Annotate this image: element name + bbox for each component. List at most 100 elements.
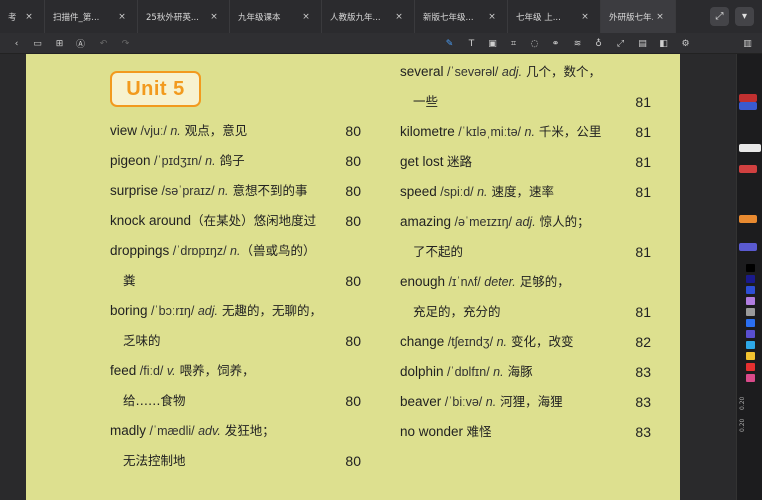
entry-definition: 充足的，充分的 — [413, 304, 501, 319]
entry-word: beaver — [400, 394, 442, 409]
tab-4[interactable]: 人教版九年... × — [322, 0, 415, 33]
vocab-entry: surprise /səˈpraɪz/ n. 意想不到的事 — [110, 180, 307, 202]
color-swatch[interactable] — [746, 308, 755, 316]
document-page: Unit 5 view /vjuː/ n. 观点，意见 80 pigeon /ˈpɪ… — [26, 54, 680, 500]
tab-close-icon[interactable]: × — [207, 12, 221, 22]
entry-definition: 速度，速率 — [487, 184, 555, 199]
color-swatch[interactable] — [746, 275, 755, 283]
entry-word: boring — [110, 303, 148, 318]
page-number: 80 — [345, 213, 361, 229]
entry-part-of-speech: n. — [205, 154, 216, 168]
entry-definition: 给……食物 — [123, 393, 186, 408]
split-icon[interactable]: ◧ — [657, 37, 670, 50]
pen-tool-icon[interactable] — [739, 215, 757, 223]
pen-icon[interactable]: ✎ — [443, 37, 456, 50]
text-tool-icon[interactable]: Ⓐ — [74, 37, 87, 50]
vocab-entry: 乏味的 — [123, 330, 161, 352]
entry-word: get lost — [400, 154, 444, 169]
tab-5[interactable]: 新版七年级... × — [415, 0, 508, 33]
vocab-entry: kilometre /ˈkɪləˌmiːtə/ n. 千米，公里 — [400, 121, 601, 143]
color-swatch[interactable] — [746, 330, 755, 338]
tab-label: 扫描件_第... — [53, 12, 100, 23]
grid-icon[interactable]: ⊞ — [53, 37, 66, 50]
tab-close-icon[interactable]: × — [653, 12, 667, 22]
image-icon[interactable]: ▣ — [486, 37, 499, 50]
entry-phonetic: /əˈmeɪzɪŋ/ — [451, 215, 516, 229]
vocab-entry: get lost 迷路 — [400, 151, 472, 173]
page-number: 82 — [635, 334, 651, 350]
fullscreen-icon[interactable]: ⤢ — [614, 37, 627, 50]
redo-icon[interactable]: ↷ — [119, 37, 132, 50]
color-swatch[interactable] — [746, 352, 755, 360]
pen-tool-icon[interactable] — [739, 102, 757, 110]
color-swatch[interactable] — [746, 297, 755, 305]
entry-part-of-speech: adj. — [501, 65, 523, 79]
tab-7[interactable]: 外研版七年...× — [601, 0, 676, 33]
entry-definition: 千米，公里 — [534, 124, 602, 139]
tab-label: 考 — [8, 12, 17, 23]
vocab-entry: droppings /ˈdrɒpɪŋz/ n.（兽或鸟的） — [110, 240, 315, 262]
microphone-icon[interactable]: ♁ — [592, 37, 605, 50]
tab-close-icon[interactable]: × — [578, 12, 592, 22]
pen-tool-icon[interactable] — [739, 144, 761, 152]
page-number: 81 — [635, 124, 651, 140]
tab-0[interactable]: 考 × — [0, 0, 45, 33]
entry-definition: 发狂地； — [220, 423, 275, 438]
color-swatch[interactable] — [746, 319, 755, 327]
entry-phonetic: /spiːd/ — [436, 185, 478, 199]
entry-definition: 迷路 — [447, 154, 473, 169]
tab-6[interactable]: 七年级 上... × — [508, 0, 601, 33]
page-number: 83 — [635, 394, 651, 410]
entry-part-of-speech: n. — [496, 335, 507, 349]
vocab-entry: pigeon /ˈpɪdʒɪn/ n. 鸽子 — [110, 150, 245, 172]
tab-close-icon[interactable]: × — [22, 12, 36, 22]
entry-phonetic: /ˈbiːvə/ — [441, 395, 486, 409]
vocab-entry: view /vjuː/ n. 观点，意见 — [110, 120, 247, 142]
tab-close-icon[interactable]: × — [485, 12, 499, 22]
entry-definition: 意想不到的事 — [228, 183, 308, 198]
textbox-icon[interactable]: T — [465, 37, 478, 50]
entry-word: madly — [110, 423, 147, 438]
tab-label: 25秋外研英... — [146, 12, 199, 23]
entry-definition: 河狸，海狸 — [496, 394, 563, 409]
tab-label: 外研版七年... — [609, 12, 653, 23]
color-swatch[interactable] — [746, 363, 755, 371]
undo-icon[interactable]: ↶ — [97, 37, 110, 50]
comment-icon[interactable]: ◌ — [528, 37, 541, 50]
vocab-entry: 了不起的 — [413, 241, 463, 263]
color-swatch[interactable] — [746, 286, 755, 294]
entry-word: kilometre — [400, 124, 455, 139]
tab-close-icon[interactable]: × — [115, 12, 129, 22]
color-swatch[interactable] — [746, 341, 755, 349]
entry-definition: 无趣的，无聊的， — [217, 303, 322, 318]
color-swatch[interactable] — [746, 374, 755, 382]
page-icon[interactable]: ▤ — [636, 37, 649, 50]
document-viewport[interactable]: Unit 5 view /vjuː/ n. 观点，意见 80 pigeon /ˈpɪ… — [0, 54, 736, 500]
crop-icon[interactable]: ⌗ — [507, 37, 520, 50]
tab-close-icon[interactable]: × — [299, 12, 313, 22]
expand-icon[interactable]: ⤢ — [710, 7, 729, 26]
layers-icon[interactable]: ≋ — [571, 37, 584, 50]
color-swatch[interactable] — [746, 264, 755, 272]
pen-tool-icon[interactable] — [739, 165, 757, 173]
tab-2[interactable]: 25秋外研英... × — [138, 0, 230, 33]
entry-definition: 一些 — [413, 94, 439, 109]
tab-3[interactable]: 九年级课本 × — [230, 0, 322, 33]
tab-close-icon[interactable]: × — [392, 12, 406, 22]
link-icon[interactable]: ⚭ — [549, 37, 562, 50]
sidebar-icon[interactable]: ▭ — [31, 37, 44, 50]
pen-tool-icon[interactable] — [739, 94, 757, 102]
settings-icon[interactable]: ⚙ — [679, 37, 692, 50]
dropdown-icon[interactable]: ▾ — [735, 7, 754, 26]
panel-icon[interactable]: ▥ — [741, 37, 754, 50]
entry-word: pigeon — [110, 153, 151, 168]
entry-definition: 惊人的； — [535, 214, 590, 229]
entry-part-of-speech: n. — [524, 125, 535, 139]
back-icon[interactable]: ‹ — [10, 37, 23, 50]
pen-tool-icon[interactable] — [739, 243, 757, 251]
page-number: 83 — [635, 424, 651, 440]
tab-label: 九年级课本 — [238, 12, 281, 23]
tab-1[interactable]: 扫描件_第... × — [45, 0, 138, 33]
entry-definition: 几个，数个， — [522, 64, 602, 79]
page-number: 80 — [345, 123, 361, 139]
